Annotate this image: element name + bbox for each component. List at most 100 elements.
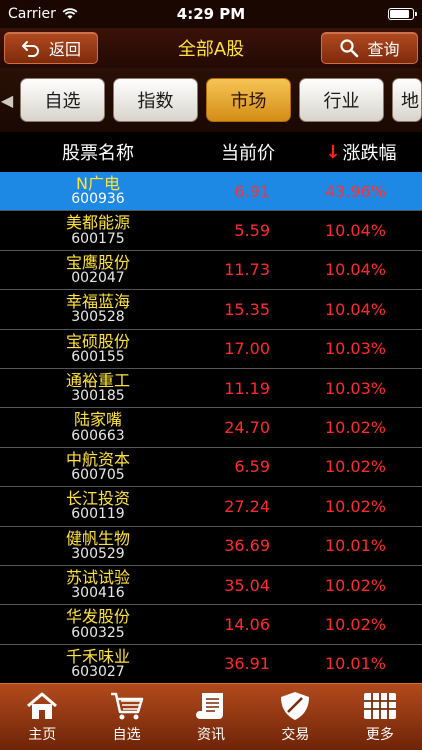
stock-price: 15.35	[224, 299, 270, 319]
table-row[interactable]: 中航资本 600705 6.59 10.02%	[0, 448, 422, 488]
search-button[interactable]: 查询	[321, 32, 418, 64]
tab-label: 自选	[44, 91, 81, 112]
stock-name: 健帆生物	[65, 528, 130, 548]
shield-icon	[281, 692, 310, 720]
bottom-tab-news[interactable]: 资讯	[169, 684, 253, 750]
search-button-label: 查询	[367, 40, 400, 59]
stock-name-cell: 华发股份 600325	[0, 608, 196, 640]
scroll-left-arrow-icon[interactable]: ◀	[0, 68, 14, 132]
bottom-tab-label: 主页	[28, 727, 57, 743]
stock-change: 10.03%	[324, 339, 386, 359]
table-row[interactable]: 千禾味业 603027 36.91 10.01%	[0, 645, 422, 683]
header-current-price[interactable]: 当前价	[196, 139, 300, 165]
stock-change: 10.01%	[324, 536, 386, 556]
table-row[interactable]: 苏试试验 300416 35.04 10.02%	[0, 566, 422, 606]
header-change-label: 涨跌幅	[342, 143, 397, 164]
stock-name: N广电	[76, 174, 120, 193]
table-row[interactable]: 宝硕股份 600155 17.00 10.03%	[0, 330, 422, 369]
stock-change: 10.02%	[324, 614, 386, 634]
table-header: 股票名称 当前价 ↓ 涨跌幅	[0, 132, 422, 172]
stock-name: 幸福蓝海	[65, 292, 130, 312]
stock-change: 10.02%	[324, 418, 386, 438]
bottom-tab-label: 资讯	[197, 727, 226, 743]
stock-name: 华发股份	[65, 607, 130, 627]
header-change-percent[interactable]: ↓ 涨跌幅	[300, 139, 422, 165]
wifi-icon	[62, 8, 78, 19]
stock-price: 35.04	[224, 575, 270, 595]
stock-code: 600325	[71, 624, 125, 641]
stock-name-cell: 美都能源 600175	[0, 214, 196, 246]
stock-code: 002047	[71, 270, 125, 287]
stock-name: 宝硕股份	[65, 331, 130, 351]
back-arrow-icon	[21, 41, 39, 57]
bottom-tab-bar: 主页 自选 资讯 交易 更多	[0, 683, 422, 750]
stock-name-cell: 陆家嘴 600663	[0, 411, 196, 443]
stock-code: 600936	[71, 191, 125, 208]
stock-name-cell: 通裕重工 300185	[0, 372, 196, 404]
nav-bar: 返回 全部A股 查询	[0, 28, 422, 68]
stock-price: 14.06	[224, 614, 270, 634]
stock-price: 11.73	[224, 260, 270, 280]
tab-label: 指数	[137, 91, 174, 112]
page-title: 全部A股	[177, 39, 245, 60]
battery-icon	[388, 8, 417, 20]
bottom-tab-trade[interactable]: 交易	[253, 684, 337, 750]
battery-fill	[390, 10, 409, 18]
stock-price: 6.59	[234, 457, 270, 477]
stock-change: 10.04%	[324, 299, 386, 319]
table-row[interactable]: 幸福蓝海 300528 15.35 10.04%	[0, 290, 422, 330]
stock-price: 27.24	[224, 496, 270, 516]
stock-price: 17.00	[224, 339, 270, 359]
stock-code: 300528	[71, 309, 125, 326]
status-right	[274, 8, 417, 20]
stock-code: 600119	[71, 506, 125, 523]
table-row[interactable]: 宝鹰股份 002047 11.73 10.04%	[0, 251, 422, 291]
bottom-tab-watchlist[interactable]: 自选	[84, 684, 168, 750]
stock-name: 宝鹰股份	[65, 252, 130, 272]
scroll-icon	[196, 693, 224, 719]
stock-change: 10.01%	[324, 654, 386, 674]
header-stock-name[interactable]: 股票名称	[0, 139, 196, 165]
stock-code: 300416	[71, 585, 125, 602]
stock-price: 36.69	[224, 536, 270, 556]
table-row[interactable]: 华发股份 600325 14.06 10.02%	[0, 605, 422, 645]
cart-icon	[110, 692, 143, 720]
category-tabs-row: ◀ 自选 指数 市场 行业 地	[0, 68, 422, 132]
stock-price: 6.91	[234, 181, 270, 201]
stock-name-cell: 宝硕股份 600155	[0, 331, 196, 365]
bottom-tab-more[interactable]: 更多	[338, 684, 422, 750]
status-time: 4:29 PM	[176, 5, 246, 23]
bottom-tab-label: 更多	[365, 727, 394, 743]
stock-name-cell: 幸福蓝海 300528	[0, 293, 196, 325]
tab-market[interactable]: 市场	[206, 78, 291, 122]
stock-change: 10.02%	[324, 575, 386, 595]
tab-industry[interactable]: 行业	[299, 78, 384, 122]
bottom-tab-home[interactable]: 主页	[0, 684, 84, 750]
home-icon	[27, 692, 58, 719]
stock-price: 36.91	[224, 654, 270, 674]
stock-price: 5.59	[234, 221, 270, 241]
stock-name: 千禾味业	[65, 646, 130, 666]
stock-change: 10.04%	[324, 221, 386, 241]
stock-name-cell: 长江投资 600119	[0, 490, 196, 522]
stock-list: N广电 600936 6.91 43.96% 美都能源 600175 5.59 10.04% 宝…	[0, 172, 422, 683]
table-row[interactable]: 通裕重工 300185 11.19 10.03%	[0, 369, 422, 409]
tab-index[interactable]: 指数	[113, 78, 198, 122]
stock-change: 10.02%	[324, 496, 386, 516]
table-row[interactable]: N广电 600936 6.91 43.96%	[0, 172, 422, 212]
stock-name-cell: 宝鹰股份 002047	[0, 254, 196, 286]
back-button[interactable]: 返回	[4, 32, 98, 64]
stock-name-cell: 千禾味业 603027	[0, 646, 196, 680]
stock-change: 10.02%	[324, 457, 386, 477]
tab-watchlist[interactable]: 自选	[20, 78, 105, 122]
stock-code: 600705	[71, 467, 125, 483]
stock-name: 陆家嘴	[73, 410, 122, 430]
table-row[interactable]: 陆家嘴 600663 24.70 10.02%	[0, 408, 422, 448]
table-row[interactable]: 美都能源 600175 5.59 10.04%	[0, 211, 422, 251]
tab-region[interactable]: 地	[392, 78, 422, 122]
table-row[interactable]: 长江投资 600119 27.24 10.02%	[0, 487, 422, 527]
search-icon	[340, 39, 359, 58]
stock-code: 600663	[71, 427, 125, 444]
stock-price: 24.70	[224, 418, 270, 438]
table-row[interactable]: 健帆生物 300529 36.69 10.01%	[0, 527, 422, 566]
